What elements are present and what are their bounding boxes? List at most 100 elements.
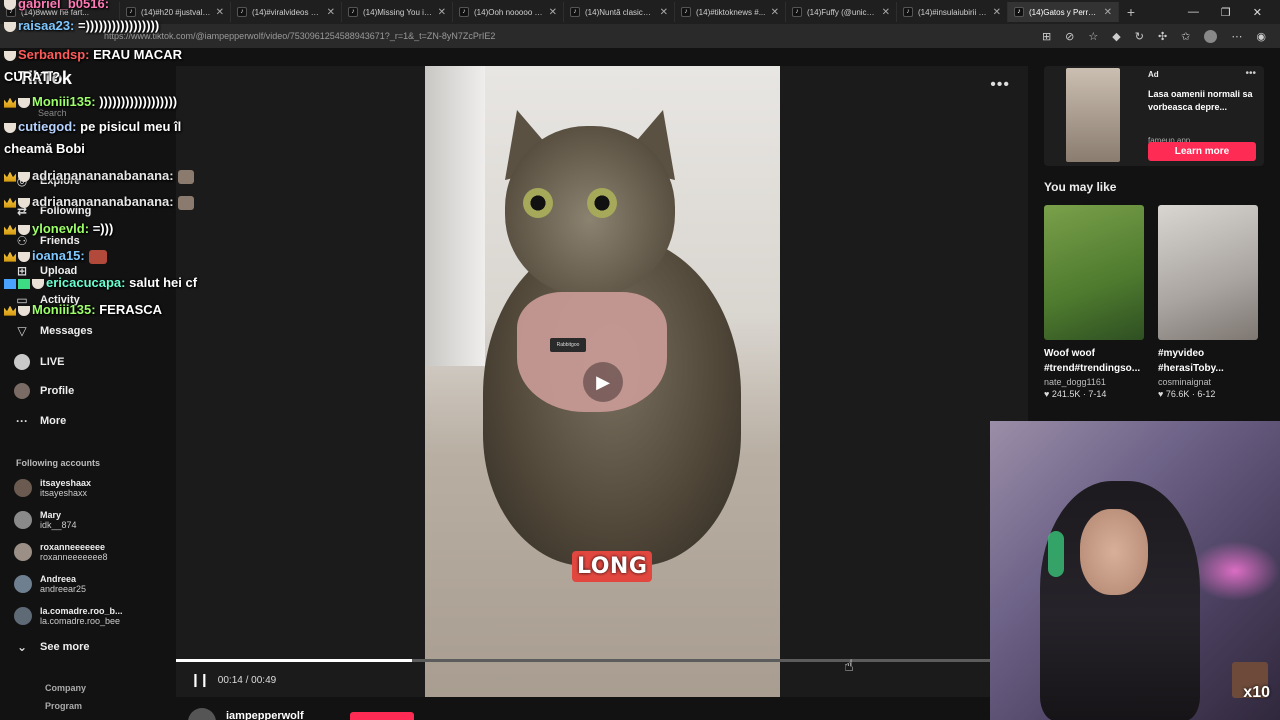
close-icon[interactable]: ✕ <box>660 7 668 18</box>
following-account[interactable]: Andreea andreear25 <box>14 574 86 594</box>
following-account[interactable]: roxanneeeeeee roxanneeeeeee8 <box>14 542 108 562</box>
following-account[interactable]: Mary idk__874 <box>14 510 77 530</box>
avatar <box>14 543 32 561</box>
sidebar-item-more[interactable]: ··· More <box>14 414 66 428</box>
footer-link-program[interactable]: Program <box>45 701 82 711</box>
more-options-icon[interactable]: ••• <box>1245 68 1256 79</box>
close-icon[interactable]: ✕ <box>771 7 779 18</box>
friends-icon: ⚇ <box>16 234 28 248</box>
chat-message: cutiegod: pe pisicul meu îl cheamă Bobi <box>4 119 182 156</box>
avatar <box>14 511 32 529</box>
sidebar-item-messages[interactable]: ▽ Messages <box>14 324 92 338</box>
messages-icon: ▽ <box>17 324 27 338</box>
following-account[interactable]: la.comadre.roo_b... la.comadre.roo_bee <box>14 606 123 626</box>
video-frame[interactable]: Rabbitgoo ▶ LONG <box>425 66 780 697</box>
headset-light <box>1048 531 1064 577</box>
recommended-video[interactable]: #myvideo #herasiToby... cosminaignat ♥ 7… <box>1158 205 1258 399</box>
new-tab-button[interactable]: + <box>1119 4 1143 20</box>
tab-title: (14)Fuffy (@unicor... <box>807 7 877 17</box>
pause-icon[interactable]: ❙❙ <box>190 672 210 688</box>
close-icon[interactable]: ✕ <box>882 7 890 18</box>
learn-more-button[interactable]: Learn more <box>1148 142 1256 161</box>
tiktok-icon: ♪ <box>570 7 580 17</box>
see-more-button[interactable]: ⌄ See more <box>14 640 90 654</box>
cup-badge-icon <box>4 21 16 32</box>
close-icon[interactable]: ✕ <box>1104 7 1112 18</box>
ad-label: Ad <box>1148 70 1159 79</box>
author-bar: iampepperwolf <box>176 706 1028 720</box>
recommended-video[interactable]: Woof woof #trend#trendingso... nate_dogg… <box>1044 205 1144 399</box>
live-icon <box>14 354 30 370</box>
tiktok-icon: ♪ <box>237 7 247 17</box>
copilot-icon[interactable]: ◉ <box>1256 30 1266 43</box>
browser-tab[interactable]: ♪ (14)Fuffy (@unicor... ✕ <box>786 2 897 22</box>
subscriber-badge-icon <box>18 278 30 289</box>
face-emote-icon <box>88 249 107 264</box>
door-background <box>425 66 485 366</box>
crown-badge-icon <box>4 224 16 235</box>
chevron-down-icon: ⌄ <box>16 640 28 654</box>
cat-emote-icon <box>177 195 194 210</box>
tab-title: (14)#h20 #justvalen... <box>141 7 211 17</box>
maximize-button[interactable]: ❐ <box>1221 6 1231 19</box>
progress-fill <box>176 659 413 662</box>
footer-link-company[interactable]: Company <box>45 683 86 693</box>
cat-emote-icon <box>177 169 194 184</box>
browser-tab[interactable]: ♪ (14)Missing You is... ✕ <box>342 2 453 22</box>
close-window-button[interactable]: ✕ <box>1253 6 1262 19</box>
close-icon[interactable]: ✕ <box>549 7 557 18</box>
close-icon[interactable]: ✕ <box>438 7 446 18</box>
cup-badge-icon <box>32 278 44 289</box>
block-icon[interactable]: ⊘ <box>1065 30 1074 43</box>
extension-icon[interactable]: ◆ <box>1112 30 1120 43</box>
browser-tab[interactable]: ♪ (14)#viralvideos #co... ✕ <box>231 2 342 22</box>
close-icon[interactable]: ✕ <box>327 7 335 18</box>
puzzle-icon[interactable]: ✣ <box>1158 30 1167 43</box>
minimize-button[interactable]: — <box>1188 6 1199 19</box>
video-thumbnail[interactable] <box>1044 205 1144 340</box>
browser-tab[interactable]: ♪ (14)#tiktoknews #... ✕ <box>675 2 786 22</box>
cup-badge-icon <box>4 0 16 10</box>
close-icon[interactable]: ✕ <box>216 7 224 18</box>
time-display: 00:14 / 00:49 <box>217 674 277 686</box>
menu-icon[interactable]: ⋯ <box>1231 30 1242 43</box>
author-name[interactable]: iampepperwolf <box>226 710 304 720</box>
browser-tab[interactable]: ♪ (14)Nuntă clasică?... ✕ <box>564 2 675 22</box>
browser-tab[interactable]: ♪ (14)Ooh nooooo #... ✕ <box>453 2 564 22</box>
avatar <box>14 479 32 497</box>
video-thumbnail[interactable] <box>1158 205 1258 340</box>
follow-button[interactable] <box>350 712 414 720</box>
chat-message: adriananananabanana: <box>4 168 194 184</box>
ad-thumbnail[interactable] <box>1066 68 1120 162</box>
streamer-face <box>1080 509 1148 595</box>
tiktok-icon: ♪ <box>903 7 913 17</box>
sidebar-item-profile[interactable]: Profile <box>14 383 74 399</box>
favorites-icon[interactable]: ✩ <box>1181 30 1190 43</box>
url-input[interactable]: https://www.tiktok.com/@iampepperwolf/vi… <box>104 31 1042 41</box>
apps-icon[interactable]: ⊞ <box>1042 30 1051 43</box>
more-options-icon[interactable]: ••• <box>990 76 1010 94</box>
author-avatar[interactable] <box>188 708 216 720</box>
following-account[interactable]: itsayeshaax itsayeshaxx <box>14 478 91 498</box>
ad-text: Lasa oamenii normali sa vorbeasca depre.… <box>1148 89 1253 112</box>
cup-badge-icon <box>18 171 30 182</box>
star-icon[interactable]: ☆ <box>1088 30 1098 43</box>
play-icon[interactable]: ▶ <box>583 362 623 402</box>
chat-message: gabriel_b0516: <box>4 0 109 11</box>
webcam-overlay: x10 <box>990 421 1280 720</box>
profile-avatar[interactable] <box>1204 29 1218 43</box>
chat-message: raisaa23: =))))))))))))))))) <box>4 18 159 33</box>
sidebar-item-live[interactable]: LIVE <box>14 354 64 370</box>
progress-bar[interactable] <box>176 659 991 662</box>
cup-badge-icon <box>4 122 16 133</box>
close-icon[interactable]: ✕ <box>993 7 1001 18</box>
playback-controls: ❙❙ 00:14 / 00:49 <box>190 672 276 688</box>
refresh-extension-icon[interactable]: ↻ <box>1135 30 1144 43</box>
browser-tab[interactable]: ♪ (14)#insulaiubirii #... ✕ <box>897 2 1008 22</box>
sidebar-item-friends[interactable]: ⚇ Friends <box>14 234 80 248</box>
browser-tab-active[interactable]: ♪ (14)Gatos y Perros... ✕ <box>1008 2 1119 22</box>
chat-message: Moniii135: FERASCA <box>4 302 162 317</box>
sword-badge-icon <box>4 278 16 289</box>
video-player[interactable]: Rabbitgoo ▶ LONG ••• ❙❙ 00:14 / 00:49 ☝ <box>176 66 1028 697</box>
chat-message: Moniii135: )))))))))))))))))) <box>4 94 177 109</box>
